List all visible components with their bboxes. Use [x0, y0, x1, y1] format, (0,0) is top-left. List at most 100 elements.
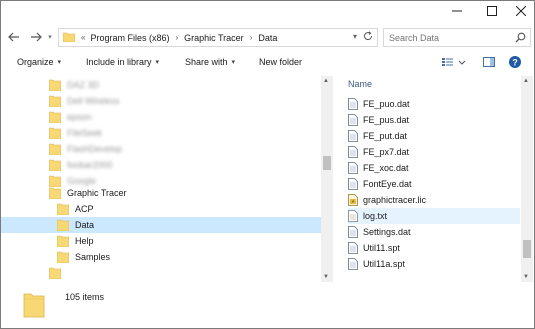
file-name: FE_put.dat: [363, 131, 408, 141]
folder-icon: [49, 159, 61, 171]
chevron-down-icon: ▾: [231, 59, 236, 66]
organize-label: Organize: [17, 57, 54, 67]
recent-locations-button[interactable]: ▾: [43, 28, 57, 46]
scroll-down-icon[interactable]: ▼: [523, 274, 529, 280]
tree-item[interactable]: [49, 265, 61, 281]
file-item[interactable]: graphictracer.lic: [348, 192, 520, 208]
file-item[interactable]: FE_xoc.dat: [348, 160, 520, 176]
back-button[interactable]: [7, 28, 21, 46]
tree-item-help[interactable]: Help: [57, 233, 94, 249]
file-item[interactable]: FE_put.dat: [348, 128, 520, 144]
folder-icon: [49, 95, 61, 107]
navigation-scrollbar[interactable]: ▲ ▼: [321, 76, 333, 282]
tree-item-label: ACP: [75, 204, 94, 214]
preview-pane-icon: [483, 57, 495, 67]
organize-button[interactable]: Organize ▾: [17, 57, 61, 67]
name-column-header[interactable]: Name: [348, 79, 372, 89]
tree-item-data[interactable]: Data: [1, 217, 321, 233]
tree-item[interactable]: epson: [49, 109, 92, 125]
tree-item[interactable]: Dell Wireless: [49, 93, 120, 109]
tree-item[interactable]: FileSeek: [49, 125, 102, 141]
include-in-library-button[interactable]: Include in library ▾: [86, 57, 159, 67]
file-item[interactable]: FontEye.dat: [348, 176, 520, 192]
chevron-down-icon: ▾: [48, 34, 52, 41]
file-item[interactable]: Settings.dat: [348, 224, 520, 240]
address-bar[interactable]: « Program Files (x86) › Graphic Tracer ›…: [58, 28, 378, 47]
file-item[interactable]: FE_px7.dat: [348, 144, 520, 160]
breadcrumb-item-graphic-tracer[interactable]: Graphic Tracer: [184, 33, 244, 43]
file-name: Util11.spt: [363, 243, 400, 253]
tree-item-graphic-tracer[interactable]: Graphic Tracer: [49, 185, 127, 201]
tree-item[interactable]: DAZ 3D: [49, 77, 99, 93]
share-with-button[interactable]: Share with ▾: [185, 57, 235, 67]
tree-item-label: Help: [75, 236, 94, 246]
navigation-pane[interactable]: DAZ 3D Dell Wireless epson FileSeek Flas…: [1, 76, 333, 282]
new-folder-button[interactable]: New folder: [259, 57, 302, 67]
include-in-library-label: Include in library: [86, 57, 152, 67]
chevron-down-icon: ▾: [57, 59, 62, 66]
breadcrumb-separator-icon[interactable]: ›: [175, 33, 178, 42]
scroll-up-icon[interactable]: ▲: [323, 78, 329, 84]
explorer-window: ▾ « Program Files (x86) › Graphic Tracer…: [0, 0, 535, 329]
document-icon: [348, 242, 358, 254]
scrollbar-thumb[interactable]: [323, 156, 331, 170]
document-icon: [348, 162, 358, 174]
file-item[interactable]: Util11.spt: [348, 240, 520, 256]
refresh-button[interactable]: [363, 31, 373, 44]
tree-item[interactable]: FlashDevelop: [49, 141, 122, 157]
search-icon[interactable]: [515, 32, 526, 45]
close-icon: [516, 6, 526, 16]
tree-item-acp[interactable]: ACP: [57, 201, 94, 217]
refresh-icon: [364, 31, 373, 41]
tree-item-label: Samples: [75, 252, 111, 262]
file-name: FE_pus.dat: [363, 115, 410, 125]
help-button[interactable]: ?: [508, 55, 522, 71]
share-with-label: Share with: [185, 57, 228, 67]
tree-item-label: FlashDevelop: [67, 144, 123, 154]
file-item[interactable]: FE_pus.dat: [348, 112, 520, 128]
text-file-icon: [348, 210, 358, 222]
address-dropdown-button[interactable]: ▾: [353, 32, 357, 41]
close-button[interactable]: [507, 1, 534, 21]
tree-item-label: DAZ 3D: [67, 80, 100, 90]
folder-icon: [49, 143, 61, 155]
scroll-down-icon[interactable]: ▼: [323, 274, 329, 280]
address-row: ▾ « Program Files (x86) › Graphic Tracer…: [1, 25, 534, 49]
tree-item-label: Dell Wireless: [67, 96, 120, 106]
file-name: FE_px7.dat: [363, 147, 410, 157]
breadcrumb-item-program-files[interactable]: Program Files (x86): [90, 33, 169, 43]
breadcrumb: « Program Files (x86) › Graphic Tracer ›…: [81, 33, 277, 43]
title-bar: [1, 1, 534, 21]
file-item[interactable]: FE_puo.dat: [348, 96, 520, 112]
tree-item-label: Graphic Tracer: [67, 188, 127, 198]
breadcrumb-overflow[interactable]: «: [81, 33, 85, 42]
file-name: FE_puo.dat: [363, 99, 410, 109]
breadcrumb-separator-icon[interactable]: ›: [250, 33, 253, 42]
details-view-icon: [442, 58, 466, 66]
file-list-scrollbar[interactable]: ▲ ▼: [521, 76, 533, 282]
folder-icon: [62, 32, 76, 44]
file-name: Settings.dat: [363, 227, 411, 237]
item-count: 105 items: [65, 292, 105, 302]
file-item[interactable]: log.txt: [348, 208, 520, 224]
svg-text:?: ?: [512, 57, 518, 67]
details-pane: 105 items: [1, 284, 534, 328]
tree-item-samples[interactable]: Samples: [57, 249, 110, 265]
file-name: Util11a.spt: [363, 259, 405, 269]
preview-pane-button[interactable]: [482, 55, 496, 71]
file-list[interactable]: Name FE_puo.dat FE_pus.dat FE_put.dat FE…: [335, 76, 534, 282]
tree-item-label: epson: [67, 112, 92, 122]
scrollbar-thumb[interactable]: [523, 240, 531, 258]
tree-item[interactable]: foobar2000: [49, 157, 113, 173]
search-input[interactable]: [389, 32, 515, 43]
forward-button[interactable]: [29, 28, 43, 46]
breadcrumb-item-data[interactable]: Data: [258, 33, 277, 43]
document-icon: [348, 146, 358, 158]
change-view-button[interactable]: [441, 55, 467, 71]
forward-arrow-icon: [31, 32, 42, 42]
maximize-button[interactable]: [478, 1, 506, 21]
file-item[interactable]: Util11a.spt: [348, 256, 520, 272]
minimize-button[interactable]: [443, 1, 471, 21]
folder-icon: [57, 219, 69, 231]
scroll-up-icon[interactable]: ▲: [523, 78, 529, 84]
